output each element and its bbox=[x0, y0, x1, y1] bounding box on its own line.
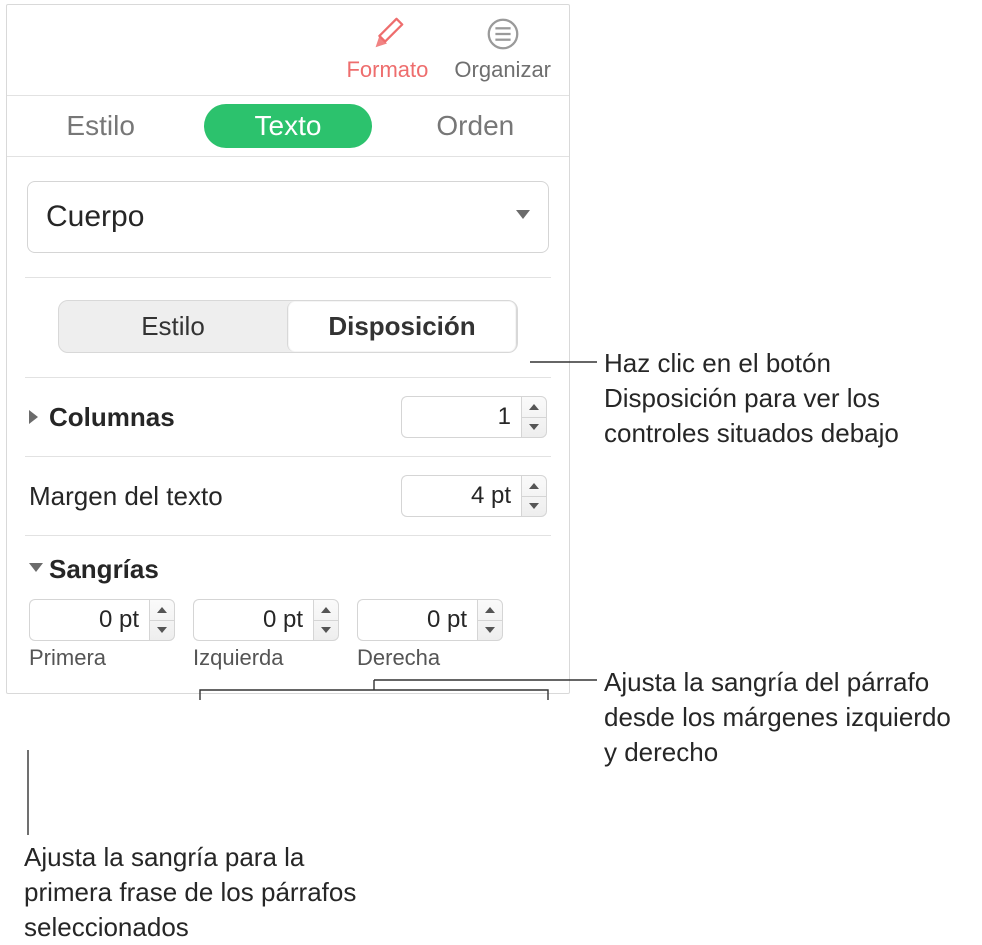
triangle-up-icon bbox=[485, 607, 495, 613]
stepper-up-button[interactable] bbox=[478, 600, 502, 621]
indent-first-input[interactable] bbox=[29, 599, 149, 641]
indent-left-stepper-buttons bbox=[313, 599, 339, 641]
triangle-up-icon bbox=[157, 607, 167, 613]
text-margin-row: Margen del texto bbox=[27, 457, 549, 535]
text-margin-stepper-buttons bbox=[521, 475, 547, 517]
triangle-up-icon bbox=[321, 607, 331, 613]
indent-right-caption: Derecha bbox=[357, 645, 440, 671]
callout-lr-indent: Ajusta la sangría del párrafo desde los … bbox=[604, 665, 964, 770]
indents-disclosure[interactable]: Sangrías bbox=[29, 554, 159, 585]
triangle-down-icon bbox=[485, 627, 495, 633]
indents-row: Sangrías bbox=[27, 536, 549, 585]
callout-layout-button: Haz clic en el botón Disposición para ve… bbox=[604, 346, 964, 451]
indent-left-input[interactable] bbox=[193, 599, 313, 641]
format-inspector-panel: Formato Organizar Estilo bbox=[6, 4, 570, 694]
indent-left-col: Izquierda bbox=[193, 599, 339, 671]
stepper-up-button[interactable] bbox=[522, 476, 546, 497]
paragraph-style-dropdown[interactable]: Cuerpo bbox=[27, 181, 549, 253]
callout-first-indent: Ajusta la sangría para la primera frase … bbox=[24, 840, 384, 945]
triangle-up-icon bbox=[529, 483, 539, 489]
indent-first-stepper bbox=[29, 599, 175, 641]
triangle-down-icon bbox=[529, 424, 539, 430]
triangle-down-icon bbox=[529, 503, 539, 509]
stepper-up-button[interactable] bbox=[522, 397, 546, 418]
organize-tab[interactable]: Organizar bbox=[454, 15, 551, 83]
triangle-down-icon bbox=[321, 627, 331, 633]
organize-tab-label: Organizar bbox=[454, 57, 551, 83]
segment-estilo[interactable]: Estilo bbox=[59, 301, 287, 352]
paintbrush-icon bbox=[368, 15, 406, 53]
stepper-down-button[interactable] bbox=[314, 621, 338, 641]
columns-stepper bbox=[401, 396, 547, 438]
indent-right-col: Derecha bbox=[357, 599, 503, 671]
columns-input[interactable] bbox=[401, 396, 521, 438]
text-margin-stepper bbox=[401, 475, 547, 517]
indent-right-input[interactable] bbox=[357, 599, 477, 641]
indent-right-stepper-buttons bbox=[477, 599, 503, 641]
indent-first-col: Primera bbox=[29, 599, 175, 671]
columns-label: Columnas bbox=[49, 402, 175, 433]
stepper-down-button[interactable] bbox=[522, 497, 546, 517]
indent-first-caption: Primera bbox=[29, 645, 106, 671]
divider bbox=[25, 277, 551, 278]
chevron-down-icon bbox=[29, 563, 43, 577]
columns-stepper-buttons bbox=[521, 396, 547, 438]
stepper-down-button[interactable] bbox=[522, 418, 546, 438]
indents-fields: Primera Izquierda bbox=[27, 585, 549, 677]
stepper-down-button[interactable] bbox=[478, 621, 502, 641]
indent-left-caption: Izquierda bbox=[193, 645, 284, 671]
indent-right-stepper bbox=[357, 599, 503, 641]
columns-row: Columnas bbox=[27, 378, 549, 456]
tab-texto[interactable]: Texto bbox=[194, 102, 381, 150]
list-icon bbox=[484, 15, 522, 53]
indent-first-stepper-buttons bbox=[149, 599, 175, 641]
indents-label: Sangrías bbox=[49, 554, 159, 585]
triangle-up-icon bbox=[529, 404, 539, 410]
indent-left-stepper bbox=[193, 599, 339, 641]
segment-disposicion[interactable]: Disposición bbox=[287, 301, 517, 352]
format-tab[interactable]: Formato bbox=[346, 15, 428, 83]
text-margin-input[interactable] bbox=[401, 475, 521, 517]
chevron-right-icon bbox=[29, 410, 43, 424]
columns-disclosure[interactable]: Columnas bbox=[29, 402, 175, 433]
inspector-subtabs: Estilo Texto Orden bbox=[7, 95, 569, 157]
text-margin-label: Margen del texto bbox=[29, 481, 223, 512]
triangle-down-icon bbox=[157, 627, 167, 633]
stepper-up-button[interactable] bbox=[150, 600, 174, 621]
style-layout-segmented: Estilo Disposición bbox=[58, 300, 518, 353]
paragraph-style-value: Cuerpo bbox=[46, 200, 144, 234]
chevron-down-icon bbox=[516, 210, 530, 224]
format-tab-label: Formato bbox=[346, 57, 428, 83]
tab-estilo[interactable]: Estilo bbox=[7, 102, 194, 150]
inspector-toolbar: Formato Organizar bbox=[7, 5, 569, 95]
tab-orden[interactable]: Orden bbox=[382, 102, 569, 150]
stepper-down-button[interactable] bbox=[150, 621, 174, 641]
stepper-up-button[interactable] bbox=[314, 600, 338, 621]
